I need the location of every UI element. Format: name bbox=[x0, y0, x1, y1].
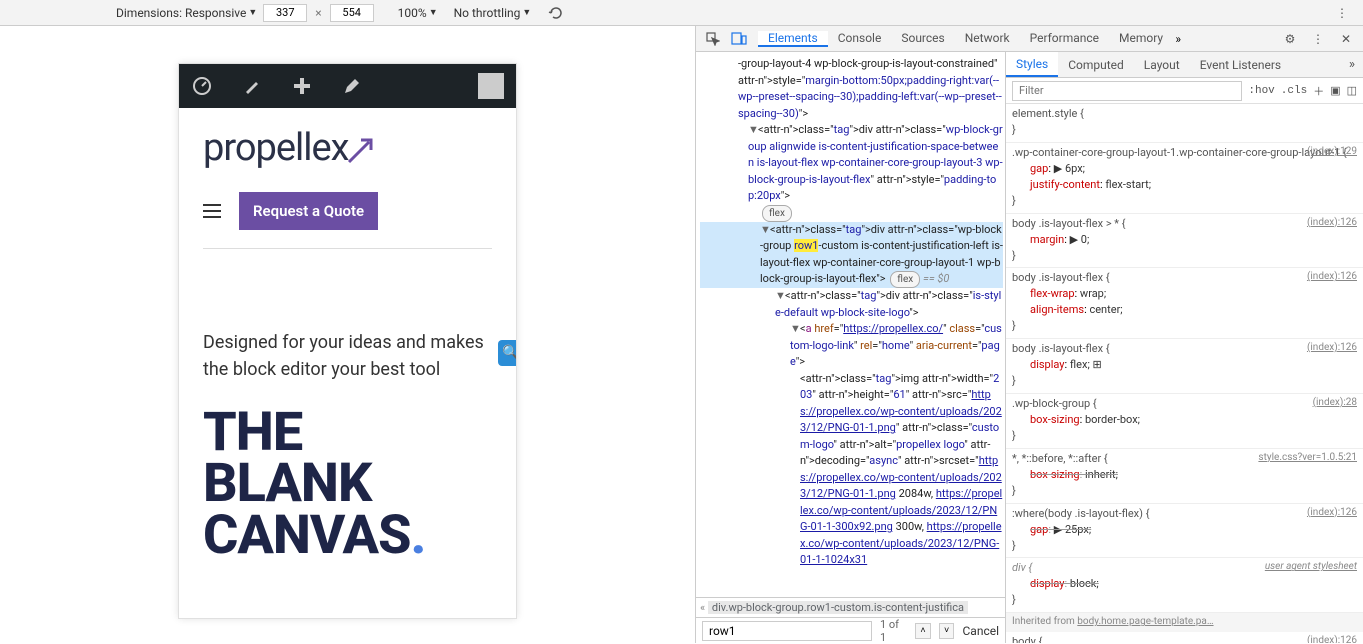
tagline: Designed for your ideas and makes the bl… bbox=[203, 329, 492, 383]
device-frame: propellex Request a Quote Designed for y… bbox=[179, 64, 516, 618]
height-input[interactable] bbox=[330, 4, 374, 22]
tab-sources[interactable]: Sources bbox=[891, 31, 954, 45]
devtools-panel: ElementsConsoleSourcesNetworkPerformance… bbox=[695, 26, 1363, 643]
dimensions-dropdown[interactable]: Dimensions: Responsive ▼ bbox=[116, 6, 257, 20]
request-quote-button[interactable]: Request a Quote bbox=[239, 192, 378, 230]
search-input[interactable] bbox=[702, 621, 872, 641]
tab-elements[interactable]: Elements bbox=[758, 31, 828, 47]
styles-tab-layout[interactable]: Layout bbox=[1134, 52, 1190, 77]
search-cancel-button[interactable]: Cancel bbox=[962, 624, 999, 638]
elements-panel: -group-layout-4 wp-block-group-is-layout… bbox=[696, 52, 1006, 643]
styles-filter-input[interactable] bbox=[1012, 81, 1242, 101]
customize-icon[interactable] bbox=[241, 75, 263, 97]
edit-icon[interactable] bbox=[341, 75, 363, 97]
styles-rules[interactable]: element.style {}(index):129.wp-container… bbox=[1006, 104, 1363, 643]
wp-admin-bar bbox=[179, 64, 516, 108]
more-tabs-icon[interactable]: » bbox=[1175, 32, 1181, 46]
breadcrumb[interactable]: « div.wp-block-group.row1-custom.is-cont… bbox=[696, 597, 1005, 617]
tab-console[interactable]: Console bbox=[828, 31, 892, 45]
cls-toggle[interactable]: .cls bbox=[1281, 85, 1307, 97]
tab-network[interactable]: Network bbox=[955, 31, 1020, 45]
kebab-icon[interactable]: ⋮ bbox=[1333, 4, 1351, 22]
logo-text: propellex bbox=[203, 126, 349, 170]
rotate-icon[interactable] bbox=[547, 4, 565, 22]
settings-icon[interactable]: ⚙ bbox=[1281, 30, 1299, 48]
width-input[interactable] bbox=[263, 4, 307, 22]
new-rule-icon[interactable]: ＋ bbox=[1313, 83, 1324, 99]
dom-tree[interactable]: -group-layout-4 wp-block-group-is-layout… bbox=[696, 52, 1005, 597]
hov-toggle[interactable]: :hov bbox=[1248, 85, 1274, 97]
dimension-separator: × bbox=[315, 6, 321, 20]
styles-tab-event-listeners[interactable]: Event Listeners bbox=[1190, 52, 1291, 77]
zoom-dropdown[interactable]: 100% ▼ bbox=[398, 6, 438, 20]
styles-panel: StylesComputedLayoutEvent Listeners » :ho… bbox=[1006, 52, 1363, 643]
toggle-pane-icon[interactable]: ◫ bbox=[1347, 84, 1357, 97]
menu-toggle[interactable] bbox=[203, 204, 221, 218]
divider bbox=[203, 248, 492, 249]
device-toolbar: Dimensions: Responsive ▼ × 100% ▼ No thr… bbox=[0, 0, 1363, 26]
tab-memory[interactable]: Memory bbox=[1109, 31, 1173, 45]
search-bar: 1 of 1 ˄ ˅ Cancel bbox=[696, 617, 1005, 643]
search-prev-button[interactable]: ˄ bbox=[915, 623, 931, 639]
close-devtools-icon[interactable]: ✕ bbox=[1337, 30, 1355, 48]
add-icon[interactable] bbox=[291, 75, 313, 97]
tab-performance[interactable]: Performance bbox=[1020, 31, 1109, 45]
hero-headline: THE BLANK CANVAS. bbox=[203, 407, 492, 561]
devtools-tabs: ElementsConsoleSourcesNetworkPerformance… bbox=[696, 26, 1363, 52]
device-toggle-icon[interactable] bbox=[730, 30, 748, 48]
search-bubble-icon[interactable]: 🔍 bbox=[498, 340, 516, 366]
inspect-icon[interactable] bbox=[704, 30, 722, 48]
styles-toolbar: :hov .cls ＋ ▣ ◫ bbox=[1006, 78, 1363, 104]
styles-tabs: StylesComputedLayoutEvent Listeners » bbox=[1006, 52, 1363, 78]
site-logo[interactable]: propellex bbox=[203, 126, 492, 170]
search-count: 1 of 1 bbox=[880, 618, 907, 644]
search-next-button[interactable]: ˅ bbox=[939, 623, 955, 639]
computed-toggle-icon[interactable]: ▣ bbox=[1330, 84, 1340, 97]
avatar[interactable] bbox=[478, 73, 504, 99]
site-content: propellex Request a Quote Designed for y… bbox=[179, 108, 516, 561]
devtools-menu-icon[interactable]: ⋮ bbox=[1309, 30, 1327, 48]
device-preview-area: propellex Request a Quote Designed for y… bbox=[0, 26, 695, 643]
more-styles-tabs-icon[interactable]: » bbox=[1349, 57, 1363, 72]
logo-arrow-icon bbox=[347, 136, 371, 160]
styles-tab-styles[interactable]: Styles bbox=[1006, 52, 1058, 77]
throttling-dropdown[interactable]: No throttling ▼ bbox=[454, 6, 532, 20]
styles-tab-computed[interactable]: Computed bbox=[1058, 52, 1134, 77]
dashboard-icon[interactable] bbox=[191, 75, 213, 97]
